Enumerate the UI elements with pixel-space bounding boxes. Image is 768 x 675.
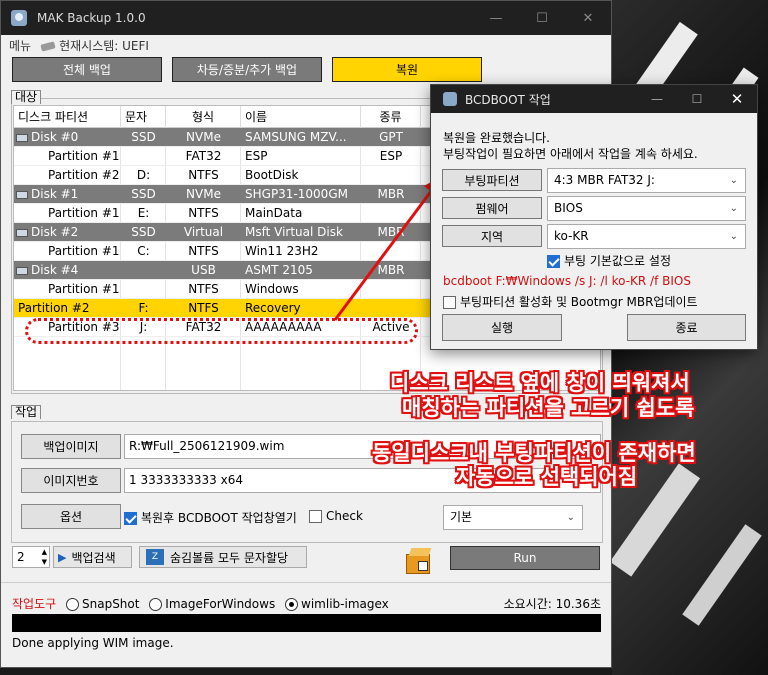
bcdboot-dialog: BCDBOOT 작업 — ☐ ✕ 복원을 완료했습니다. 부팅작업이 필요하면 … <box>430 84 758 350</box>
boot-partition-value: 4:3 MBR FAT32 J: <box>554 173 655 187</box>
bcdboot-command: bcdboot F:₩Windows /s J: /l ko-KR /f BIO… <box>443 274 691 288</box>
annotation-line-2: 매칭하는 파티션을 고르기 쉽도록 <box>402 396 695 420</box>
dialog-title-bar: BCDBOOT 작업 — ☐ ✕ <box>431 85 757 113</box>
boot-partition-button[interactable]: 부팅파티션 <box>442 169 542 191</box>
activate-option[interactable]: 부팅파티션 활성화 및 Bootmgr MBR업데이트 <box>443 293 698 310</box>
execute-button[interactable]: 실행 <box>442 314 562 341</box>
arrow-line <box>333 189 434 321</box>
firmware-button[interactable]: 펌웨어 <box>442 197 542 219</box>
dialog-message-2: 부팅작업이 필요하면 아래에서 작업을 계속 하세요. <box>443 147 698 161</box>
firmware-select[interactable]: BIOS ⌄ <box>547 196 746 221</box>
annotation-line-4: 자동으로 선택되어짐 <box>456 465 638 489</box>
dialog-maximize-button[interactable]: ☐ <box>677 85 717 113</box>
dialog-app-icon <box>443 92 457 106</box>
chevron-down-icon: ⌄ <box>729 231 738 242</box>
chevron-down-icon: ⌄ <box>729 175 738 186</box>
close-dialog-button[interactable]: 종료 <box>627 314 746 341</box>
boot-default-option[interactable]: 부팅 기본값으로 설정 <box>547 252 671 269</box>
activate-checkbox[interactable] <box>443 296 456 309</box>
locale-value: ko-KR <box>554 229 589 243</box>
boot-partition-select[interactable]: 4:3 MBR FAT32 J: ⌄ <box>547 168 746 193</box>
boot-default-label: 부팅 기본값으로 설정 <box>564 254 671 268</box>
locale-select[interactable]: ko-KR ⌄ <box>547 224 746 249</box>
activate-label: 부팅파티션 활성화 및 Bootmgr MBR업데이트 <box>460 295 698 309</box>
dialog-title: BCDBOOT 작업 <box>465 92 551 107</box>
dialog-close-button[interactable]: ✕ <box>717 85 757 113</box>
dialog-message-1: 복원을 완료했습니다. <box>443 131 550 145</box>
chevron-down-icon: ⌄ <box>729 203 738 214</box>
locale-button[interactable]: 지역 <box>442 225 542 247</box>
dialog-minimize-button[interactable]: — <box>637 85 677 113</box>
boot-default-checkbox[interactable] <box>547 255 560 268</box>
firmware-value: BIOS <box>554 201 583 215</box>
